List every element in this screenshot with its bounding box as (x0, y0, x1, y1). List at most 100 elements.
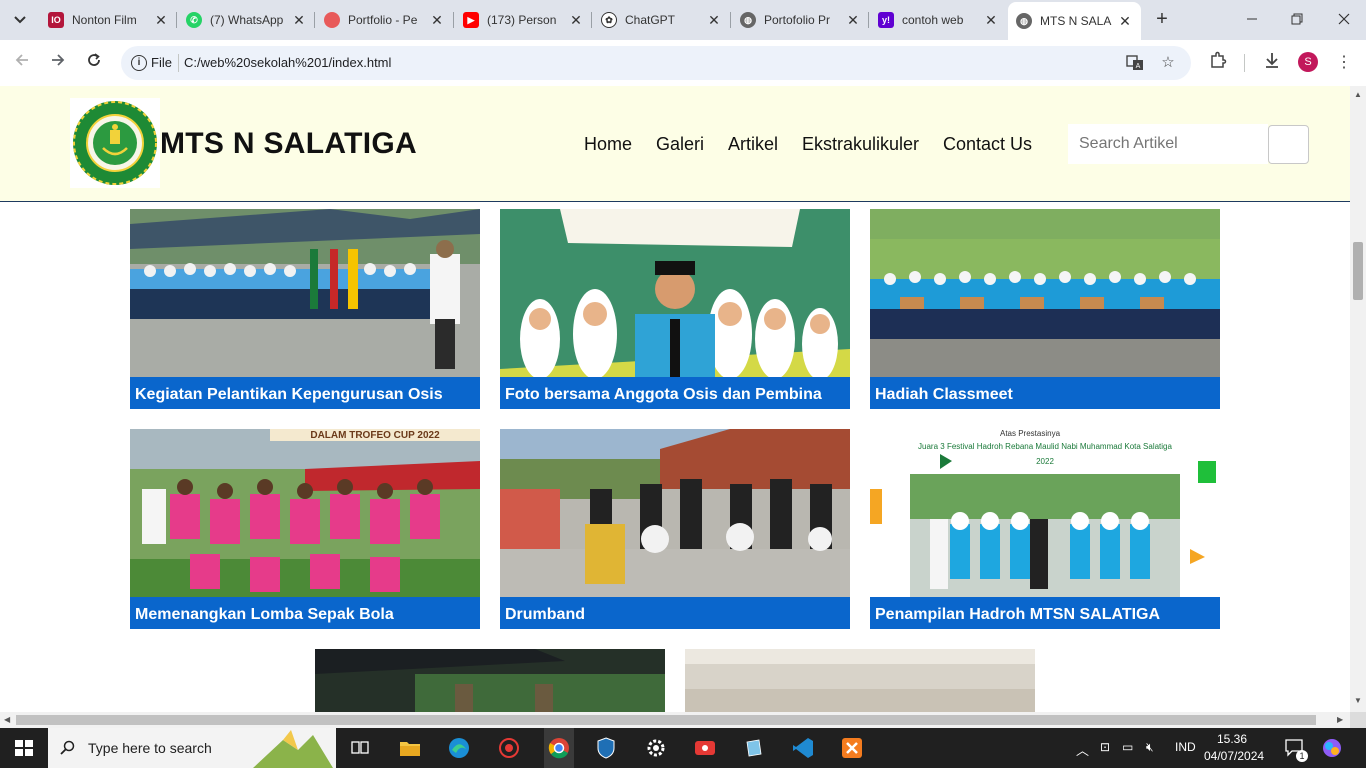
school-logo[interactable] (70, 98, 160, 188)
edge-browser-icon[interactable] (445, 734, 473, 762)
scroll-right-arrow-icon[interactable]: ▶ (1337, 715, 1343, 724)
gallery-card[interactable]: Drumband (500, 429, 850, 629)
scroll-left-arrow-icon[interactable]: ◀ (4, 715, 10, 724)
back-arrow-icon[interactable] (10, 51, 34, 75)
reload-icon[interactable] (82, 51, 106, 75)
browser-tab[interactable]: ✆ (7) WhatsApp ✕ (178, 6, 315, 34)
restore-icon[interactable] (1285, 8, 1309, 32)
page-viewport: Kegiatan Pelantikan Kepengurusan Osis Fo… (0, 86, 1350, 712)
tab-search-chevron-icon[interactable] (8, 8, 32, 32)
gallery-card[interactable]: Atas Prestasinya Juara 3 Festival Hadroh… (870, 429, 1220, 629)
vscode-icon[interactable] (789, 734, 817, 762)
avatar-initial: S (1304, 56, 1312, 68)
close-icon[interactable]: ✕ (845, 12, 861, 29)
nav-galeri[interactable]: Galeri (656, 134, 704, 155)
browser-tab[interactable]: IO Nonton Film ✕ (40, 6, 177, 34)
taskbar-search-box[interactable]: Type here to search (48, 728, 336, 768)
close-icon[interactable]: ✕ (983, 12, 999, 29)
gallery-photo-drumband (500, 429, 850, 597)
tab-title: contoh web (902, 13, 964, 27)
volume-muted-icon[interactable]: 🔇︎ (1146, 740, 1154, 755)
close-icon[interactable]: ✕ (568, 12, 584, 29)
search-artikel-input[interactable] (1068, 124, 1268, 164)
file-explorer-icon[interactable] (396, 734, 424, 762)
gallery-card[interactable] (315, 649, 665, 712)
tray-chevron-icon[interactable]: ︿ (1076, 740, 1089, 759)
taskbar-search-placeholder: Type here to search (88, 740, 212, 756)
nav-artikel[interactable]: Artikel (728, 134, 778, 155)
system-clock[interactable]: 15.36 04/07/2024 (1204, 731, 1264, 765)
close-icon[interactable]: ✕ (153, 12, 169, 29)
notification-count-badge: 1 (1296, 750, 1308, 762)
language-indicator[interactable]: IND (1175, 740, 1196, 754)
search-button[interactable] (1268, 125, 1309, 164)
gallery-card[interactable]: Kegiatan Pelantikan Kepengurusan Osis (130, 209, 480, 409)
gallery-card[interactable] (685, 649, 1035, 712)
gallery-caption: Memenangkan Lomba Sepak Bola (130, 597, 480, 629)
bookmark-star-icon[interactable]: ☆ (1159, 54, 1177, 72)
browser-tab[interactable]: ▶ (173) Person ✕ (455, 6, 592, 34)
svg-text:A: A (1136, 63, 1141, 70)
forward-arrow-icon[interactable] (46, 51, 70, 75)
plus-icon: + (1156, 8, 1168, 30)
nav-home[interactable]: Home (584, 134, 632, 155)
download-icon[interactable] (1260, 51, 1284, 75)
nav-ekstrakulikuler[interactable]: Ekstrakulikuler (802, 134, 919, 155)
extensions-icon[interactable] (1206, 51, 1230, 75)
nav-contact-us[interactable]: Contact Us (943, 134, 1032, 155)
windows-start-icon[interactable] (0, 728, 48, 768)
menu-kebab-icon[interactable]: ⋮ (1332, 51, 1356, 75)
gallery-caption: Penampilan Hadroh MTSN SALATIGA (870, 597, 1220, 629)
security-shield-icon[interactable] (592, 734, 620, 762)
scheme-label: File (151, 55, 172, 70)
gallery-photo-hall (685, 649, 1035, 712)
notes-app-icon[interactable] (740, 734, 768, 762)
close-icon[interactable]: ✕ (706, 12, 722, 29)
url-text[interactable]: C:/web%20sekolah%201/index.html (184, 55, 391, 70)
screen-recorder-icon[interactable] (691, 734, 719, 762)
horizontal-scrollbar[interactable]: ◀ ▶ (0, 712, 1350, 728)
settings-gear-icon[interactable] (642, 734, 670, 762)
browser-tab[interactable]: Portfolio - Pe ✕ (316, 6, 453, 34)
close-icon[interactable]: ✕ (1117, 13, 1133, 30)
chrome-icon[interactable] (544, 728, 574, 768)
address-bar[interactable]: i File C:/web%20sekolah%201/index.html A… (121, 46, 1191, 80)
gallery-photo-osis-inauguration (130, 209, 480, 377)
tab-title: ChatGPT (625, 13, 676, 27)
vertical-scrollbar[interactable]: ▲ ▼ (1350, 86, 1366, 712)
chatgpt-icon: ✿ (601, 12, 617, 28)
gallery-card[interactable]: DALAM TROFEO CUP 2022 Memenangkan Lomba … (130, 429, 480, 629)
tab-title: Nonton Film (72, 13, 137, 27)
close-icon[interactable]: ✕ (429, 12, 445, 29)
xampp-icon[interactable] (838, 734, 866, 762)
whatsapp-icon: ✆ (186, 12, 202, 28)
task-view-icon[interactable] (346, 734, 374, 762)
site-brand-title[interactable]: MTS N SALATIGA (160, 127, 417, 161)
app-red-icon[interactable] (495, 734, 523, 762)
window-close-icon[interactable] (1332, 8, 1356, 32)
search-highlight-illustration (253, 730, 333, 768)
scroll-down-arrow-icon[interactable]: ▼ (1354, 696, 1362, 705)
hadroh-banner-line3: 2022 (1036, 457, 1054, 466)
gallery-card[interactable]: Foto bersama Anggota Osis dan Pembina (500, 209, 850, 409)
info-icon[interactable]: i (131, 55, 147, 71)
vertical-scroll-thumb[interactable] (1353, 242, 1363, 300)
browser-tab[interactable]: ◍ Portofolio Pr ✕ (732, 6, 869, 34)
scroll-up-arrow-icon[interactable]: ▲ (1354, 90, 1362, 99)
gallery-photo-hadroh: Atas Prestasinya Juara 3 Festival Hadroh… (870, 429, 1220, 597)
tray-app-icon[interactable]: ⊡ (1100, 740, 1110, 754)
portfolio-icon (324, 12, 340, 28)
gallery-card[interactable]: Hadiah Classmeet (870, 209, 1220, 409)
hadroh-banner-line2: Juara 3 Festival Hadroh Rebana Maulid Na… (918, 442, 1172, 451)
minimize-icon[interactable] (1240, 8, 1264, 32)
profile-avatar[interactable]: S (1298, 52, 1318, 72)
browser-tab[interactable]: ✿ ChatGPT ✕ (593, 6, 730, 34)
browser-tab-active[interactable]: ◍ MTS N SALA ✕ (1008, 2, 1141, 40)
new-tab-button[interactable]: + (1150, 8, 1174, 32)
copilot-icon[interactable] (1318, 734, 1346, 762)
browser-tab[interactable]: y! contoh web ✕ (870, 6, 1007, 34)
translate-icon[interactable]: A (1126, 54, 1144, 72)
battery-icon[interactable]: ▭ (1122, 740, 1133, 754)
horizontal-scroll-thumb[interactable] (16, 715, 1316, 725)
close-icon[interactable]: ✕ (291, 12, 307, 29)
